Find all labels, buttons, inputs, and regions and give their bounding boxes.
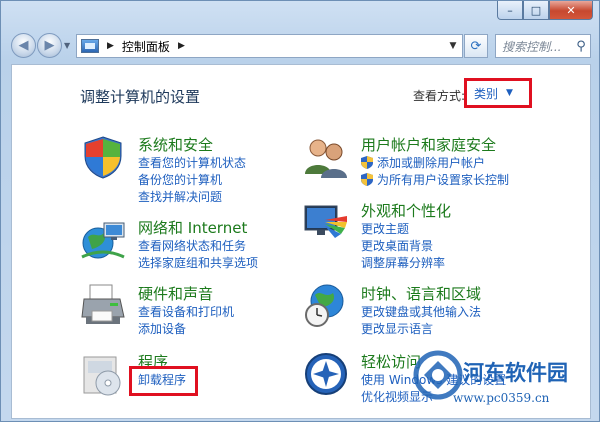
back-arrow-icon: ◀ (18, 38, 29, 53)
breadcrumb-separator-icon[interactable]: ▶ (107, 41, 114, 51)
link-view-computer-status[interactable]: 查看您的计算机状态 (138, 155, 246, 172)
link-text[interactable]: 为所有用户设置家长控制 (377, 173, 509, 187)
clock-globe-icon[interactable] (303, 283, 349, 329)
link-view-devices-printers[interactable]: 查看设备和打印机 (138, 304, 234, 321)
link-adjust-resolution[interactable]: 调整屏幕分辨率 (361, 255, 445, 272)
link-change-theme[interactable]: 更改主题 (361, 221, 445, 238)
view-by-dropdown[interactable]: 类别 ▼ (464, 78, 532, 108)
close-icon: ✕ (566, 3, 576, 17)
link-text[interactable]: 添加或删除用户帐户 (377, 156, 485, 170)
control-panel-icon (81, 39, 99, 53)
shield-icon[interactable] (80, 134, 126, 180)
maximize-button[interactable]: □ (523, 1, 549, 20)
control-panel-window: – □ ✕ ◀ ▶ ▼ ▶ 控制面板 ▶ ▼ ⟳ 搜索控制... ⚲ 调整计算机… (0, 0, 600, 422)
monitor-palette-icon[interactable] (303, 200, 349, 246)
minimize-button[interactable]: – (497, 1, 523, 20)
watermark-url: www.pc0359.cn (453, 391, 550, 405)
caption-buttons: – □ ✕ (497, 1, 593, 21)
search-icon[interactable]: ⚲ (572, 39, 590, 54)
link-add-device[interactable]: 添加设备 (138, 321, 234, 338)
uac-shield-icon (361, 156, 373, 169)
page-title: 调整计算机的设置 (80, 88, 201, 106)
uninstall-highlight-box (129, 366, 198, 396)
close-button[interactable]: ✕ (549, 1, 593, 20)
forward-button[interactable]: ▶ (37, 33, 62, 58)
network-globe-icon[interactable] (80, 217, 126, 263)
chevron-down-icon: ▼ (506, 88, 513, 98)
category-title[interactable]: 网络和 Internet (138, 217, 247, 238)
refresh-icon: ⟳ (470, 38, 482, 54)
breadcrumb-control-panel[interactable]: 控制面板 (122, 38, 170, 55)
search-input[interactable]: 搜索控制... (502, 38, 572, 55)
maximize-icon: □ (530, 3, 542, 17)
link-find-fix-problems[interactable]: 查找并解决问题 (138, 189, 246, 206)
uac-shield-icon (361, 173, 373, 186)
link-view-network-status[interactable]: 查看网络状态和任务 (138, 238, 258, 255)
back-button[interactable]: ◀ (11, 33, 36, 58)
search-box[interactable]: 搜索控制... ⚲ (495, 34, 591, 58)
link-parental-controls[interactable]: 为所有用户设置家长控制 (361, 172, 509, 189)
link-change-desktop-background[interactable]: 更改桌面背景 (361, 238, 445, 255)
printer-icon[interactable] (80, 283, 126, 329)
address-dropdown-icon[interactable]: ▼ (444, 41, 462, 51)
recent-pages-dropdown-icon[interactable]: ▼ (64, 41, 70, 50)
address-bar[interactable]: ▶ 控制面板 ▶ ▼ (76, 34, 463, 58)
category-title[interactable]: 硬件和声音 (138, 283, 213, 304)
refresh-button[interactable]: ⟳ (464, 34, 488, 58)
link-change-keyboard[interactable]: 更改键盘或其他输入法 (361, 304, 481, 321)
category-title[interactable]: 外观和个性化 (361, 200, 451, 221)
breadcrumb-separator-icon[interactable]: ▶ (178, 41, 185, 51)
watermark-name: 河东软件园 (463, 360, 568, 385)
link-add-remove-accounts[interactable]: 添加或删除用户帐户 (361, 155, 509, 172)
users-icon[interactable] (303, 134, 349, 180)
minimize-icon: – (507, 3, 513, 17)
view-by-value: 类别 (474, 86, 499, 101)
view-by-label: 查看方式: (413, 89, 466, 103)
category-title[interactable]: 用户帐户和家庭安全 (361, 134, 496, 155)
category-title[interactable]: 系统和安全 (138, 134, 213, 155)
link-homegroup-sharing[interactable]: 选择家庭组和共享选项 (138, 255, 258, 272)
link-change-display-language[interactable]: 更改显示语言 (361, 321, 481, 338)
watermark: 河东软件园 www.pc0359.cn (405, 349, 600, 421)
forward-arrow-icon: ▶ (44, 38, 55, 53)
programs-icon[interactable] (80, 351, 126, 397)
link-backup-computer[interactable]: 备份您的计算机 (138, 172, 246, 189)
navigation-bar: ◀ ▶ ▼ ▶ 控制面板 ▶ ▼ ⟳ 搜索控制... ⚲ (1, 30, 600, 62)
category-title[interactable]: 时钟、语言和区域 (361, 283, 481, 304)
ease-of-access-icon[interactable] (303, 351, 349, 397)
